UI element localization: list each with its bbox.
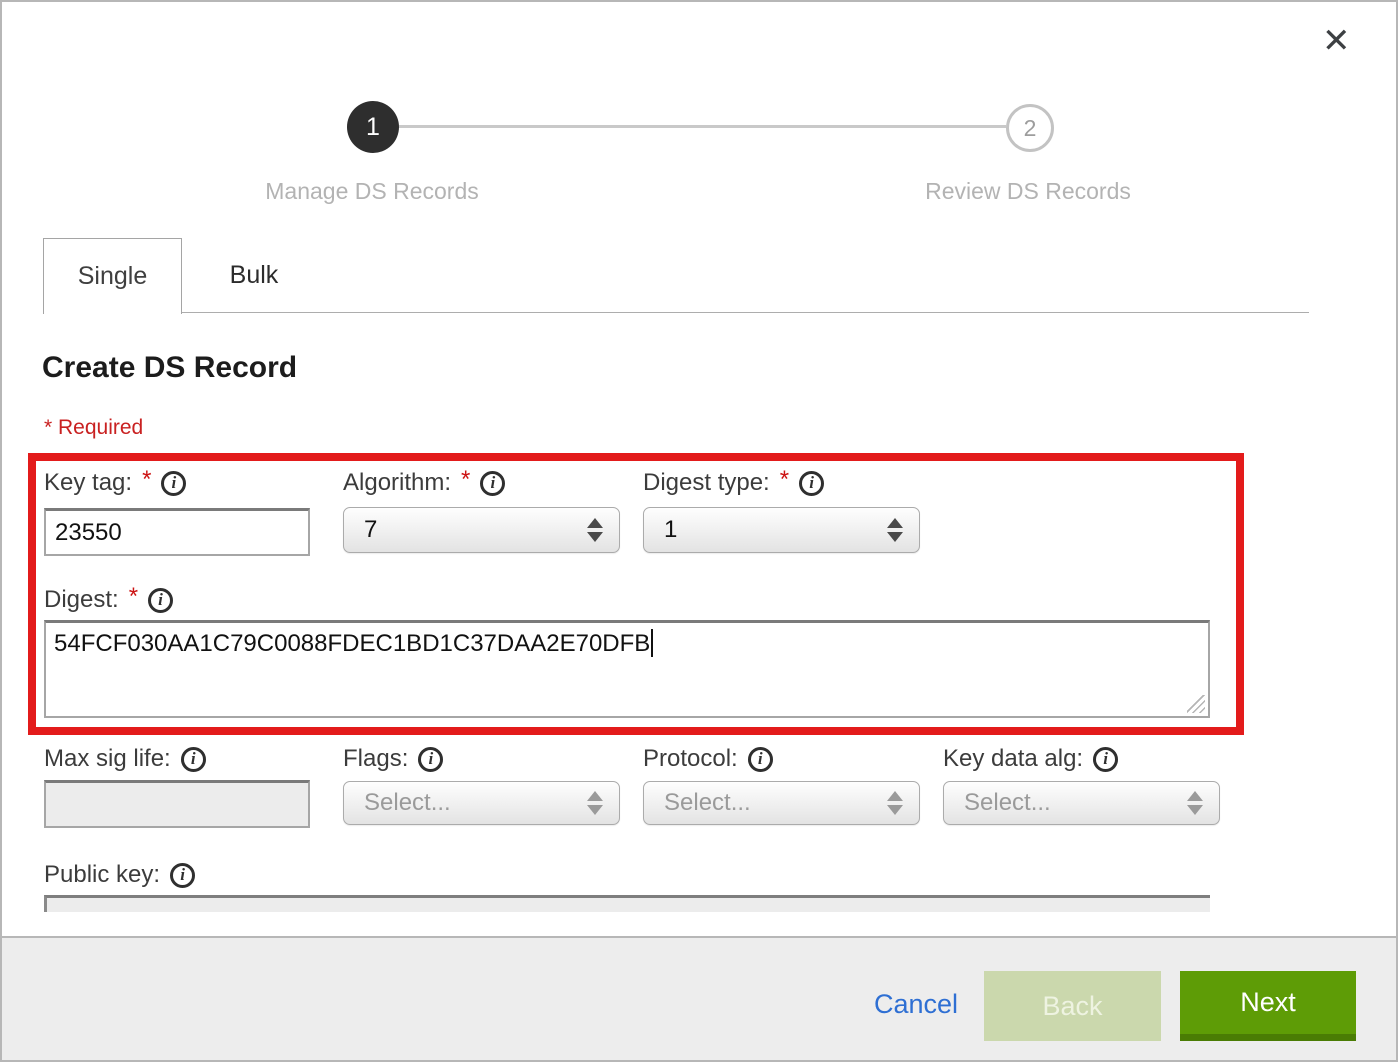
digest-label-text: Digest: — [44, 586, 119, 614]
algorithm-label-text: Algorithm: — [343, 469, 451, 497]
key-data-alg-select[interactable]: Select... — [943, 781, 1220, 825]
digest-label: Digest: * i — [44, 585, 173, 615]
protocol-label: Protocol: i — [643, 744, 773, 774]
select-arrows-icon — [587, 791, 603, 815]
digest-type-select-value: 1 — [664, 516, 887, 544]
protocol-label-text: Protocol: — [643, 745, 738, 773]
flags-label: Flags: i — [343, 744, 443, 774]
digest-value: 54FCF030AA1C79C0088FDEC1BD1C37DAA2E70DFB — [54, 630, 650, 657]
text-cursor — [651, 629, 653, 657]
close-icon[interactable]: ✕ — [1322, 24, 1351, 58]
digest-type-label: Digest type: * i — [643, 468, 824, 498]
info-icon[interactable]: i — [748, 747, 773, 772]
info-icon[interactable]: i — [170, 863, 195, 888]
key-data-alg-label: Key data alg: i — [943, 744, 1118, 774]
info-icon[interactable]: i — [480, 471, 505, 496]
flags-select-value: Select... — [364, 789, 587, 817]
stepper-connector-line — [399, 125, 1006, 128]
select-arrows-icon — [887, 791, 903, 815]
back-button[interactable]: Back — [984, 971, 1161, 1041]
step-1-label: Manage DS Records — [192, 178, 552, 205]
info-icon[interactable]: i — [148, 588, 173, 613]
required-note: * Required — [44, 416, 143, 440]
tab-single[interactable]: Single — [43, 238, 182, 314]
required-asterisk: * — [142, 466, 151, 494]
algorithm-select[interactable]: 7 — [343, 507, 620, 553]
protocol-select-value: Select... — [664, 789, 887, 817]
info-icon[interactable]: i — [181, 747, 206, 772]
flags-label-text: Flags: — [343, 745, 408, 773]
select-arrows-icon — [887, 518, 903, 542]
max-sig-life-input[interactable] — [44, 780, 310, 828]
max-sig-life-label-text: Max sig life: — [44, 745, 171, 773]
info-icon[interactable]: i — [161, 471, 186, 496]
digest-type-select[interactable]: 1 — [643, 507, 920, 553]
protocol-select[interactable]: Select... — [643, 781, 920, 825]
key-tag-label-text: Key tag: — [44, 469, 132, 497]
algorithm-select-value: 7 — [364, 516, 587, 544]
resize-handle[interactable] — [1187, 695, 1205, 713]
public-key-label: Public key: i — [44, 860, 195, 890]
tab-bulk[interactable]: Bulk — [183, 238, 325, 312]
info-icon[interactable]: i — [418, 747, 443, 772]
max-sig-life-label: Max sig life: i — [44, 744, 206, 774]
public-key-label-text: Public key: — [44, 861, 160, 889]
tab-underline — [43, 312, 1309, 313]
info-icon[interactable]: i — [1093, 747, 1118, 772]
key-data-alg-label-text: Key data alg: — [943, 745, 1083, 773]
public-key-textarea[interactable] — [44, 895, 1210, 912]
select-arrows-icon — [587, 518, 603, 542]
key-tag-label: Key tag: * i — [44, 468, 186, 498]
required-asterisk: * — [780, 466, 789, 494]
step-2-label: Review DS Records — [848, 178, 1208, 205]
next-button[interactable]: Next — [1180, 971, 1356, 1041]
digest-type-label-text: Digest type: — [643, 469, 770, 497]
key-tag-input[interactable]: 23550 — [44, 508, 310, 556]
select-arrows-icon — [1187, 791, 1203, 815]
info-icon[interactable]: i — [799, 471, 824, 496]
page-title: Create DS Record — [42, 351, 297, 385]
digest-textarea[interactable]: 54FCF030AA1C79C0088FDEC1BD1C37DAA2E70DFB — [44, 620, 1210, 718]
required-asterisk: * — [461, 466, 470, 494]
cancel-button[interactable]: Cancel — [874, 989, 958, 1020]
key-data-alg-select-value: Select... — [964, 789, 1187, 817]
flags-select[interactable]: Select... — [343, 781, 620, 825]
create-ds-record-modal: { "modal": { "close_icon": "✕", "require… — [0, 0, 1398, 1062]
required-asterisk: * — [129, 583, 138, 611]
step-1-circle: 1 — [347, 101, 399, 153]
algorithm-label: Algorithm: * i — [343, 468, 505, 498]
step-2-circle: 2 — [1006, 104, 1054, 152]
